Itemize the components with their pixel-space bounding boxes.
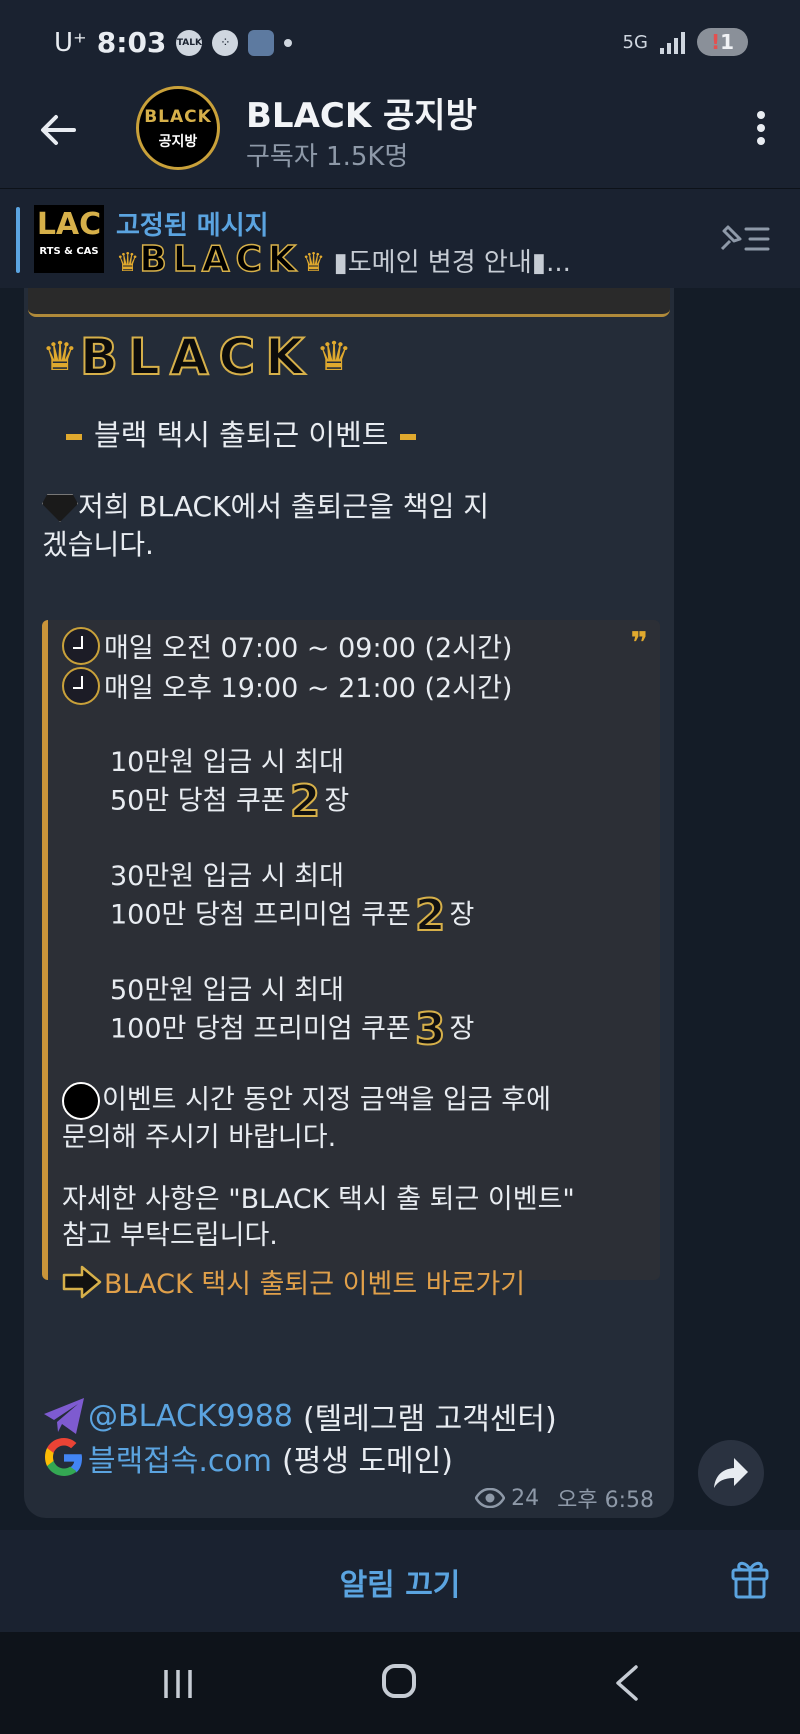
offer-item: 50만원 입금 시 최대 100만 당첨 프리미엄 쿠폰3 장 [110,975,475,1055]
app-thumbnail-icon [248,29,275,56]
subscriber-count: 구독자 1.5K명 [246,142,409,172]
mute-notifications-button[interactable]: 알림 끄기 [0,1560,800,1604]
pinned-message-bar[interactable]: LAC RTS & CAS 고정된 메시지 ♛BLACK♛ ▮도메인 변경 안내… [0,188,800,289]
black-circle-icon [62,1082,100,1120]
event-link[interactable]: BLACK 택시 출퇴근 이벤트 바로가기 [62,1262,525,1301]
message-meta: 24 오후 6:58 [475,1482,654,1514]
recent-apps-icon[interactable] [160,1668,196,1700]
quote-block: ❞ 매일 오전 07:00 ~ 09:00 (2시간) 매일 오후 19:00 … [42,620,660,1300]
telegram-icon [44,1398,84,1434]
domain-contact: 블랙접속.com (평생 도메인) [42,1436,453,1480]
telegram-handle-link[interactable]: @BLACK9988 [88,1399,293,1434]
notification-dot-icon [284,38,293,47]
crown-icon: ♛ [116,248,140,278]
chat-area[interactable]: ♛ BLACK ♛ 블랙 택시 출퇴근 이벤트 저희 BLACK에서 출퇴근을 … [0,288,800,1530]
home-icon[interactable] [382,1664,416,1698]
notice-text: 이벤트 시간 동안 지정 금액을 입금 후에 문의해 주시기 바랍니다. [62,1082,551,1156]
message-bubble[interactable]: ♛ BLACK ♛ 블랙 택시 출퇴근 이벤트 저희 BLACK에서 출퇴근을 … [24,288,674,1518]
schedule-line: 매일 오후 19:00 ~ 21:00 (2시간) [62,666,512,705]
bag-icon: ▮ [531,248,547,278]
status-time: 8:03 [96,26,167,59]
message-image[interactable] [28,288,670,317]
share-arrow-icon [714,1458,748,1488]
crown-icon: ♛ [301,248,326,278]
telegram-contact: @BLACK9988 (텔레그램 고객센터) [42,1394,557,1438]
system-nav-bar [0,1632,800,1734]
crown-icon: ♛ [42,334,78,380]
quote-icon: ❞ [630,626,648,661]
offer-item: 30만원 입금 시 최대 100만 당첨 프리미엄 쿠폰2 장 [110,861,475,941]
message-time: 오후 6:58 [557,1488,654,1513]
chat-header: BLACK 공지방 BLACK 공지방 구독자 1.5K명 [0,86,800,188]
status-bar: U⁺ 8:03 TALK ⁘ 5G !1 [0,0,800,86]
google-icon [45,1438,82,1476]
back-arrow-icon[interactable] [34,106,82,154]
talk-icon: TALK [176,29,203,56]
detail-text: 자세한 사항은 "BLACK 택시 출 퇴근 이벤트" 참고 부탁드립니다. [62,1184,575,1251]
pinned-label: 고정된 메시지 [116,211,269,241]
view-count: 24 [511,1485,540,1511]
forward-button[interactable] [698,1440,764,1506]
diamond-icon [42,494,78,522]
clock-icon [62,626,100,665]
bag-icon: ▮ [333,248,348,278]
crown-icon: ♛ [315,334,352,380]
right-arrow-icon [62,1265,102,1298]
carrier-label: U⁺ [54,27,87,58]
intro-text: 저희 BLACK에서 출퇴근을 책임 지겠습니다. [42,490,489,561]
more-options-icon[interactable] [754,106,768,156]
channel-title[interactable]: BLACK 공지방 [246,88,477,137]
views-eye-icon [475,1488,506,1508]
app-grid-icon: ⁘ [212,29,239,56]
offer-item: 10만원 입금 시 최대 50만 당첨 쿠폰2 장 [110,747,350,827]
channel-bottom-bar: 알림 끄기 [0,1530,800,1632]
schedule-line: 매일 오전 07:00 ~ 09:00 (2시간) [62,626,512,665]
pinned-preview: ♛BLACK♛ ▮도메인 변경 안내▮... [116,239,571,280]
nav-back-icon[interactable] [612,1664,642,1702]
signal-icon [659,30,685,54]
channel-avatar[interactable]: BLACK 공지방 [136,86,220,170]
event-title: 블랙 택시 출퇴근 이벤트 [54,412,428,454]
battery-icon: !1 [696,28,748,56]
pinned-thumbnail: LAC RTS & CAS [34,205,104,273]
pin-list-icon[interactable] [716,219,772,259]
network-5g-icon: 5G [622,31,648,53]
pinned-indicator [16,207,20,273]
clock-icon [62,666,100,705]
domain-link[interactable]: 블랙접속.com [88,1436,272,1480]
gift-icon[interactable] [728,1556,772,1600]
brand-banner: ♛ BLACK ♛ [42,327,352,387]
